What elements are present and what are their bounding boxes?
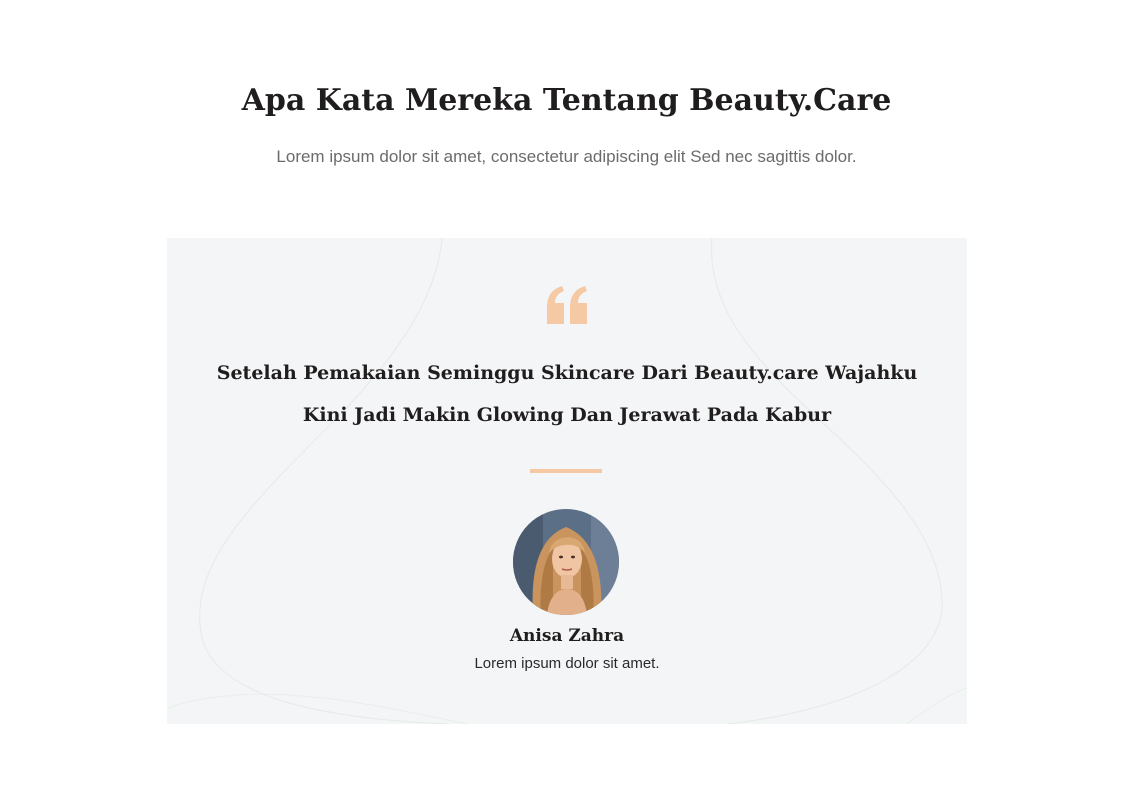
section-subtitle: Lorem ipsum dolor sit amet, consectetur … <box>276 147 857 166</box>
testimonial-quote: Setelah Pemakaian Seminggu Skincare Dari… <box>216 362 918 426</box>
avatar <box>513 509 619 615</box>
quote-icon <box>545 286 589 324</box>
author-name: Anisa Zahra <box>509 626 625 646</box>
author-role: Lorem ipsum dolor sit amet. <box>474 655 660 672</box>
testimonial-card: Setelah Pemakaian Seminggu Skincare Dari… <box>167 238 967 724</box>
divider <box>530 469 602 473</box>
section-title: Apa Kata Mereka Tentang Beauty.Care <box>241 83 892 118</box>
